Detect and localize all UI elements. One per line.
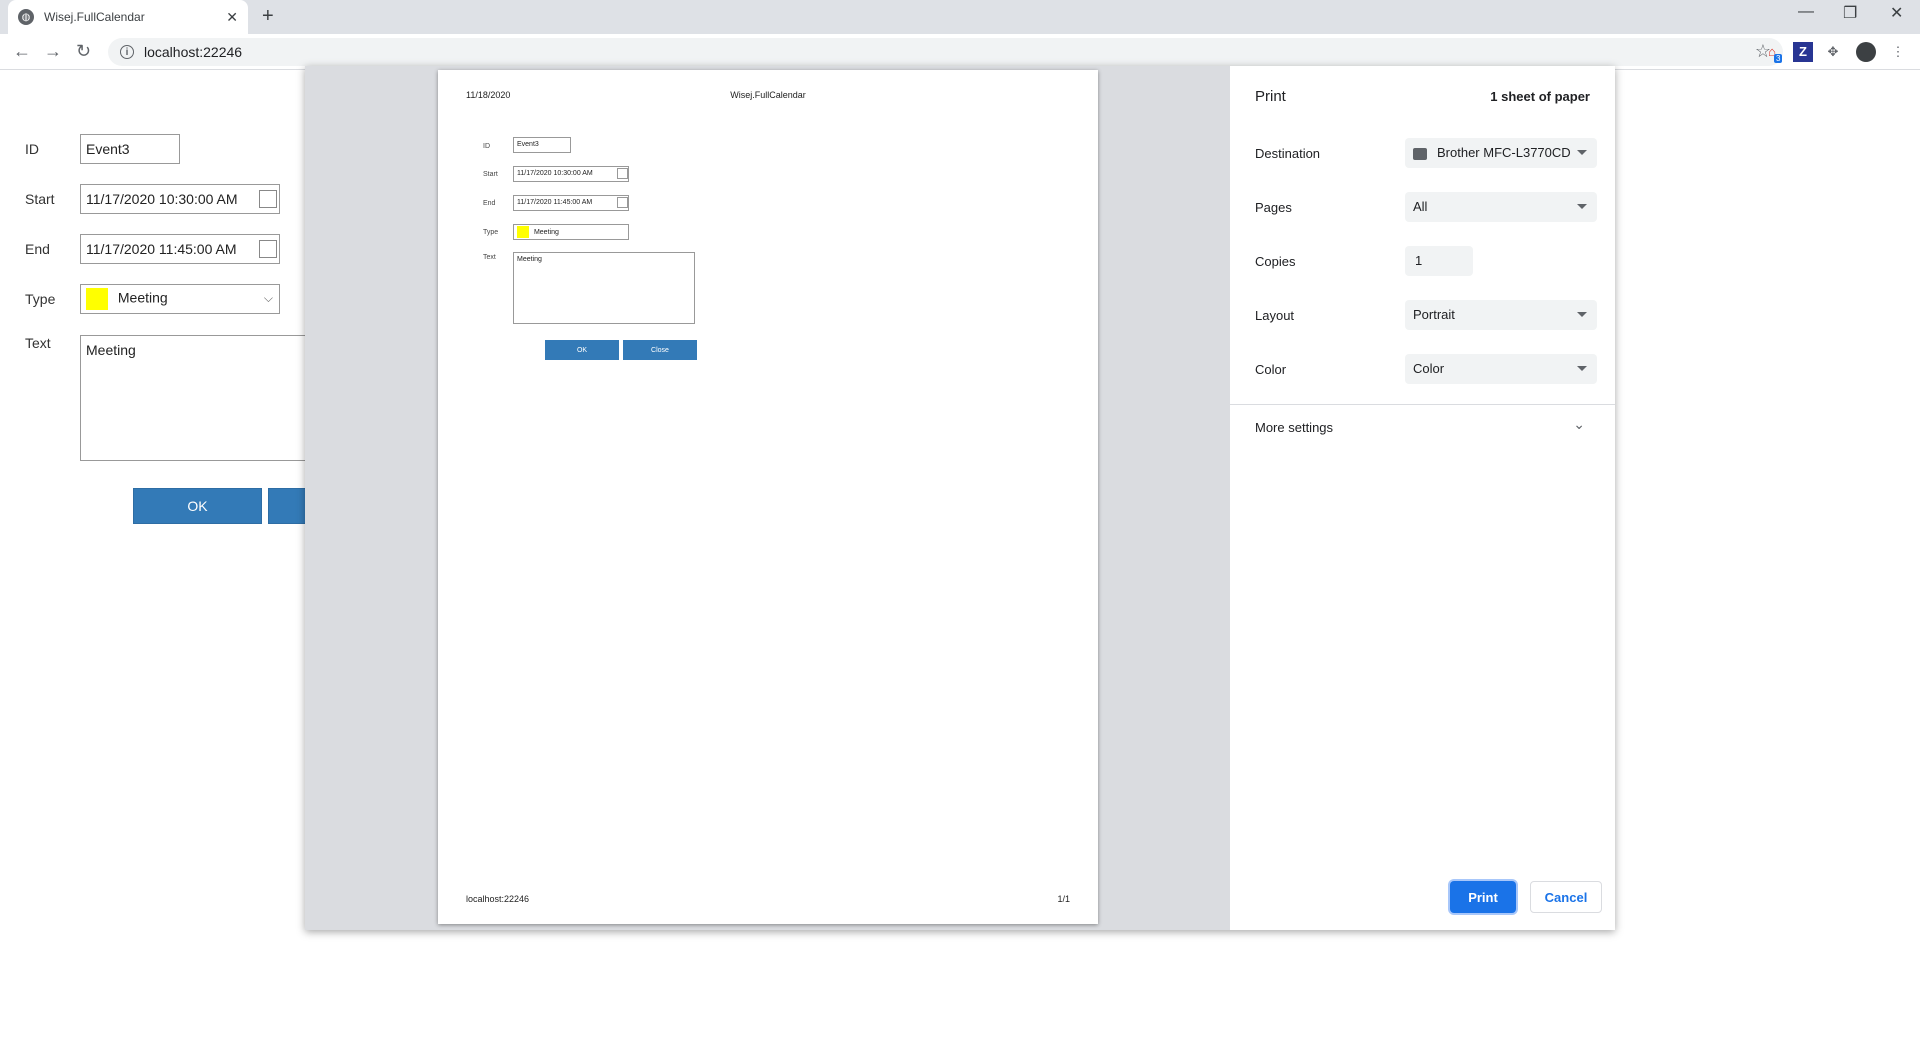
pages-select[interactable]: All bbox=[1405, 192, 1597, 222]
close-tab-icon[interactable]: ✕ bbox=[226, 9, 238, 26]
preview-header-title: Wisej.FullCalendar bbox=[730, 90, 806, 100]
extension-badge: 3 bbox=[1774, 54, 1783, 63]
cancel-button[interactable]: Cancel bbox=[1530, 881, 1602, 913]
text-area[interactable]: Meeting bbox=[80, 335, 320, 461]
type-select[interactable]: Meeting ⌵ bbox=[80, 284, 280, 314]
preview-end-field: 11/17/2020 11:45:00 AM bbox=[513, 195, 629, 211]
start-label: Start bbox=[25, 191, 55, 207]
ok-button[interactable]: OK bbox=[133, 488, 262, 524]
start-field[interactable]: 11/17/2020 10:30:00 AM bbox=[80, 184, 280, 214]
new-tab-icon[interactable]: + bbox=[262, 5, 274, 28]
dropdown-arrow-icon bbox=[1577, 366, 1587, 371]
browser-tab[interactable]: ◍ Wisej.FullCalendar ✕ bbox=[8, 0, 248, 34]
url-text: localhost:22246 bbox=[144, 44, 243, 60]
text-label: Text bbox=[25, 335, 51, 351]
copies-input[interactable]: 1 bbox=[1405, 246, 1473, 276]
type-label: Type bbox=[25, 291, 56, 307]
id-field[interactable]: Event3 bbox=[80, 134, 180, 164]
info-icon[interactable]: i bbox=[120, 45, 134, 59]
chevron-down-icon[interactable]: ⌄ bbox=[1573, 416, 1585, 433]
reload-icon[interactable]: ↻ bbox=[76, 41, 91, 62]
layout-value: Portrait bbox=[1413, 307, 1455, 322]
print-dialog: 11/18/2020 Wisej.FullCalendar ID Event3 … bbox=[305, 66, 1615, 930]
print-settings-panel: Print 1 sheet of paper Destination Broth… bbox=[1230, 66, 1615, 930]
preview-start-checkbox bbox=[617, 168, 628, 179]
dropdown-arrow-icon bbox=[1577, 150, 1587, 155]
dropdown-arrow-icon bbox=[1577, 204, 1587, 209]
preview-type-label: Type bbox=[483, 229, 499, 236]
preview-id-label: ID bbox=[483, 143, 490, 150]
destination-value: Brother MFC-L3770CD bbox=[1437, 145, 1571, 160]
forward-icon[interactable]: → bbox=[44, 41, 62, 62]
more-settings-toggle[interactable]: More settings bbox=[1255, 420, 1333, 435]
destination-label: Destination bbox=[1255, 146, 1321, 161]
copies-label: Copies bbox=[1255, 254, 1296, 269]
preview-type-value: Meeting bbox=[533, 228, 559, 236]
dropdown-arrow-icon bbox=[1577, 312, 1587, 317]
browser-toolbar: ← → ↻ i localhost:22246 ☆ ⌂ 3 Z ✥ ⋮ bbox=[0, 34, 1920, 70]
address-bar[interactable]: i localhost:22246 ☆ bbox=[108, 38, 1783, 66]
start-value: 11/17/2020 10:30:00 AM bbox=[86, 191, 238, 207]
preview-footer-url: localhost:22246 bbox=[466, 894, 530, 904]
minimize-icon[interactable]: — bbox=[1798, 3, 1814, 21]
end-field[interactable]: 11/17/2020 11:45:00 AM bbox=[80, 234, 280, 264]
back-icon[interactable]: ← bbox=[13, 41, 31, 62]
close-window-icon[interactable]: ✕ bbox=[1890, 3, 1903, 23]
tab-title: Wisej.FullCalendar bbox=[44, 10, 145, 24]
color-value: Color bbox=[1413, 361, 1445, 376]
print-button[interactable]: Print bbox=[1450, 881, 1516, 913]
preview-ok-button: OK bbox=[545, 340, 619, 360]
type-value: Meeting bbox=[117, 289, 168, 306]
print-title: Print bbox=[1255, 88, 1286, 105]
type-color-swatch bbox=[86, 288, 108, 310]
end-value: 11/17/2020 11:45:00 AM bbox=[86, 241, 237, 257]
preview-close-button: Close bbox=[623, 340, 697, 360]
pages-label: Pages bbox=[1255, 200, 1292, 215]
id-label: ID bbox=[25, 141, 39, 157]
avatar[interactable] bbox=[1856, 42, 1876, 62]
end-label: End bbox=[25, 241, 50, 257]
destination-select[interactable]: Brother MFC-L3770CD bbox=[1405, 138, 1597, 168]
z-extension-icon[interactable]: Z bbox=[1793, 42, 1813, 62]
puzzle-icon[interactable]: ✥ bbox=[1823, 42, 1843, 62]
color-label: Color bbox=[1255, 362, 1287, 377]
settings-divider bbox=[1230, 404, 1615, 405]
preview-type-field: Meeting bbox=[513, 224, 629, 240]
preview-end-label: End bbox=[483, 200, 496, 207]
sheet-count: 1 sheet of paper bbox=[1490, 89, 1590, 104]
printer-icon bbox=[1413, 147, 1427, 160]
preview-text-area: Meeting bbox=[513, 252, 695, 324]
preview-footer-page: 1/1 bbox=[1057, 894, 1070, 904]
preview-id-field: Event3 bbox=[513, 137, 571, 153]
pages-value: All bbox=[1413, 199, 1428, 214]
preview-end-checkbox bbox=[617, 197, 628, 208]
color-select[interactable]: Color bbox=[1405, 354, 1597, 384]
layout-select[interactable]: Portrait bbox=[1405, 300, 1597, 330]
end-checkbox[interactable] bbox=[259, 240, 277, 258]
restore-icon[interactable]: ❐ bbox=[1843, 3, 1857, 23]
preview-start-field: 11/17/2020 10:30:00 AM bbox=[513, 166, 629, 182]
layout-label: Layout bbox=[1255, 308, 1295, 323]
start-checkbox[interactable] bbox=[259, 190, 277, 208]
menu-icon[interactable]: ⋮ bbox=[1888, 42, 1908, 62]
preview-type-swatch bbox=[517, 226, 529, 238]
globe-icon: ◍ bbox=[18, 9, 34, 25]
chevron-down-icon: ⌵ bbox=[263, 291, 273, 305]
preview-text-label: Text bbox=[483, 254, 496, 261]
tab-strip: ◍ Wisej.FullCalendar ✕ + — ❐ ✕ bbox=[0, 0, 1920, 34]
preview-start-label: Start bbox=[483, 171, 498, 178]
print-preview-page: 11/18/2020 Wisej.FullCalendar ID Event3 … bbox=[438, 70, 1098, 924]
